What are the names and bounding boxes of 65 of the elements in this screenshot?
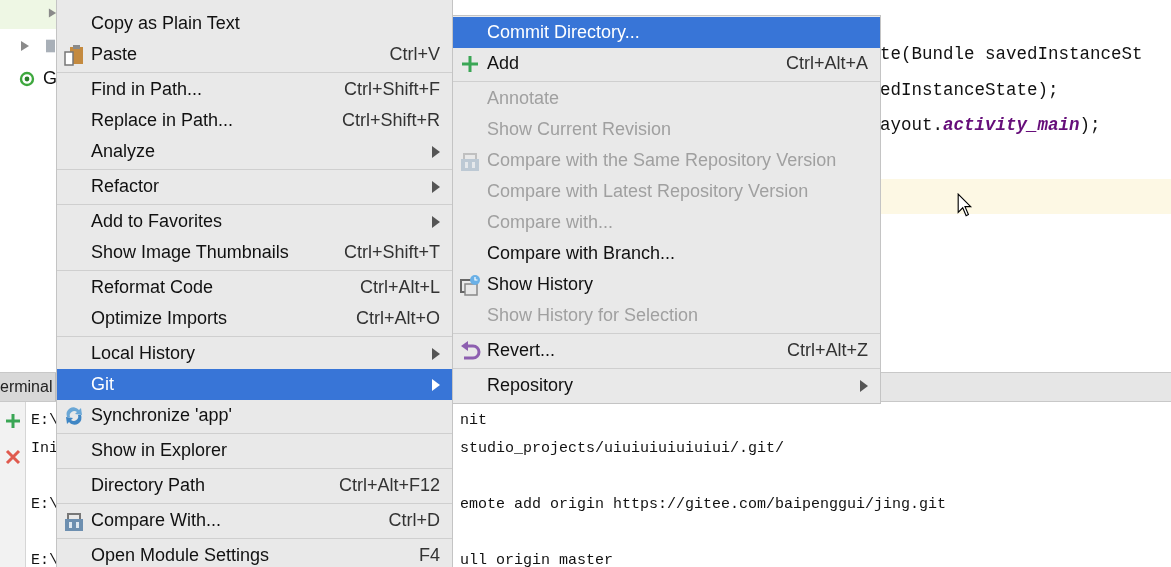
menu-item[interactable]: Directory Path Ctrl+Alt+F12: [57, 470, 452, 501]
terminal-text: nit: [460, 411, 487, 429]
tree-row[interactable]: G: [0, 62, 57, 95]
keyboard-shortcut: Ctrl+Alt+O: [355, 308, 440, 329]
terminal-tab[interactable]: erminal: [0, 373, 56, 401]
keyboard-shortcut: Ctrl+Shift+T: [343, 242, 440, 263]
menu-item[interactable]: Open Module Settings F4: [57, 540, 452, 567]
menu-item[interactable]: Copy as Plain Text: [57, 8, 452, 39]
menu-item[interactable]: Replace in Path... Ctrl+Shift+R: [57, 105, 452, 136]
menu-item[interactable]: Refactor: [57, 171, 452, 202]
keyboard-shortcut: Ctrl+D: [388, 510, 440, 531]
menu-item[interactable]: Analyze: [57, 136, 452, 167]
menu-item[interactable]: Paste Ctrl+V: [57, 39, 452, 70]
sync-icon: [63, 404, 85, 427]
submenu-arrow-icon: [432, 378, 440, 391]
submenu-arrow-icon: [432, 180, 440, 193]
menu-item[interactable]: Optimize Imports Ctrl+Alt+O: [57, 303, 452, 334]
menu-item[interactable]: Show in Explorer: [57, 435, 452, 466]
keyboard-shortcut: Ctrl+Shift+R: [341, 110, 440, 131]
keyboard-shortcut: Ctrl+V: [389, 44, 440, 65]
code-text: ayout.activity_main);: [880, 115, 1101, 136]
menu-item[interactable]: Find in Path... Ctrl+Shift+F: [57, 74, 452, 105]
terminal-text: ull origin master: [460, 551, 614, 567]
menu-item[interactable]: Show Image Thumbnails Ctrl+Shift+T: [57, 237, 452, 268]
menu-item[interactable]: Revert... Ctrl+Alt+Z: [453, 335, 880, 366]
folder-icon: [46, 37, 55, 54]
submenu-arrow-icon: [860, 379, 868, 392]
expand-arrow-icon[interactable]: [48, 6, 57, 19]
keyboard-shortcut: Ctrl+Shift+F: [343, 79, 440, 100]
keyboard-shortcut: Ctrl+Alt+L: [359, 277, 440, 298]
submenu-arrow-icon: [432, 215, 440, 228]
menu-item[interactable]: Compare With... Ctrl+D: [57, 505, 452, 536]
menu-item[interactable]: Commit Directory...: [453, 17, 880, 48]
menu-item[interactable]: Add Ctrl+Alt+A: [453, 48, 880, 79]
menu-item[interactable]: Add to Favorites: [57, 206, 452, 237]
submenu-arrow-icon: [432, 145, 440, 158]
terminal-text: E:\: [31, 495, 58, 513]
tree-label: G: [43, 68, 57, 89]
plus-icon[interactable]: [4, 413, 21, 429]
close-icon[interactable]: [4, 449, 21, 465]
history-icon: [459, 273, 481, 296]
menu-item[interactable]: Git: [57, 369, 452, 400]
keyboard-shortcut: Ctrl+Alt+A: [785, 53, 868, 74]
terminal-text: Ini: [31, 439, 58, 457]
keyboard-shortcut: Ctrl+Alt+F12: [338, 475, 440, 496]
menu-item[interactable]: Synchronize 'app': [57, 400, 452, 431]
submenu-arrow-icon: [432, 347, 440, 360]
menu-item[interactable]: Show History: [453, 269, 880, 300]
menu-item[interactable]: Reformat Code Ctrl+Alt+L: [57, 272, 452, 303]
expand-arrow-icon[interactable]: [20, 39, 30, 52]
mouse-cursor-icon: [957, 193, 973, 218]
terminal-text: E:\: [31, 411, 58, 429]
code-text: te(Bundle savedInstanceSt: [880, 44, 1143, 65]
terminal-text: emote add origin https://gitee.com/baipenggui/jing.git: [460, 495, 947, 513]
menu-item[interactable]: Compare with Branch...: [453, 238, 880, 269]
menu-item[interactable]: Local History: [57, 338, 452, 369]
tree-row[interactable]: [0, 0, 57, 29]
terminal-text: studio_projects/uiuiuiuiuiuiui/.git/: [460, 439, 785, 457]
undo-icon: [459, 339, 481, 362]
menu-item[interactable]: Repository: [453, 370, 880, 401]
clipboard-icon: [63, 43, 85, 66]
code-text: edInstanceState);: [880, 79, 1059, 100]
keyboard-shortcut: Ctrl+Alt+Z: [786, 340, 868, 361]
terminal-text: E:\: [31, 551, 58, 567]
keyboard-shortcut: F4: [419, 545, 440, 566]
